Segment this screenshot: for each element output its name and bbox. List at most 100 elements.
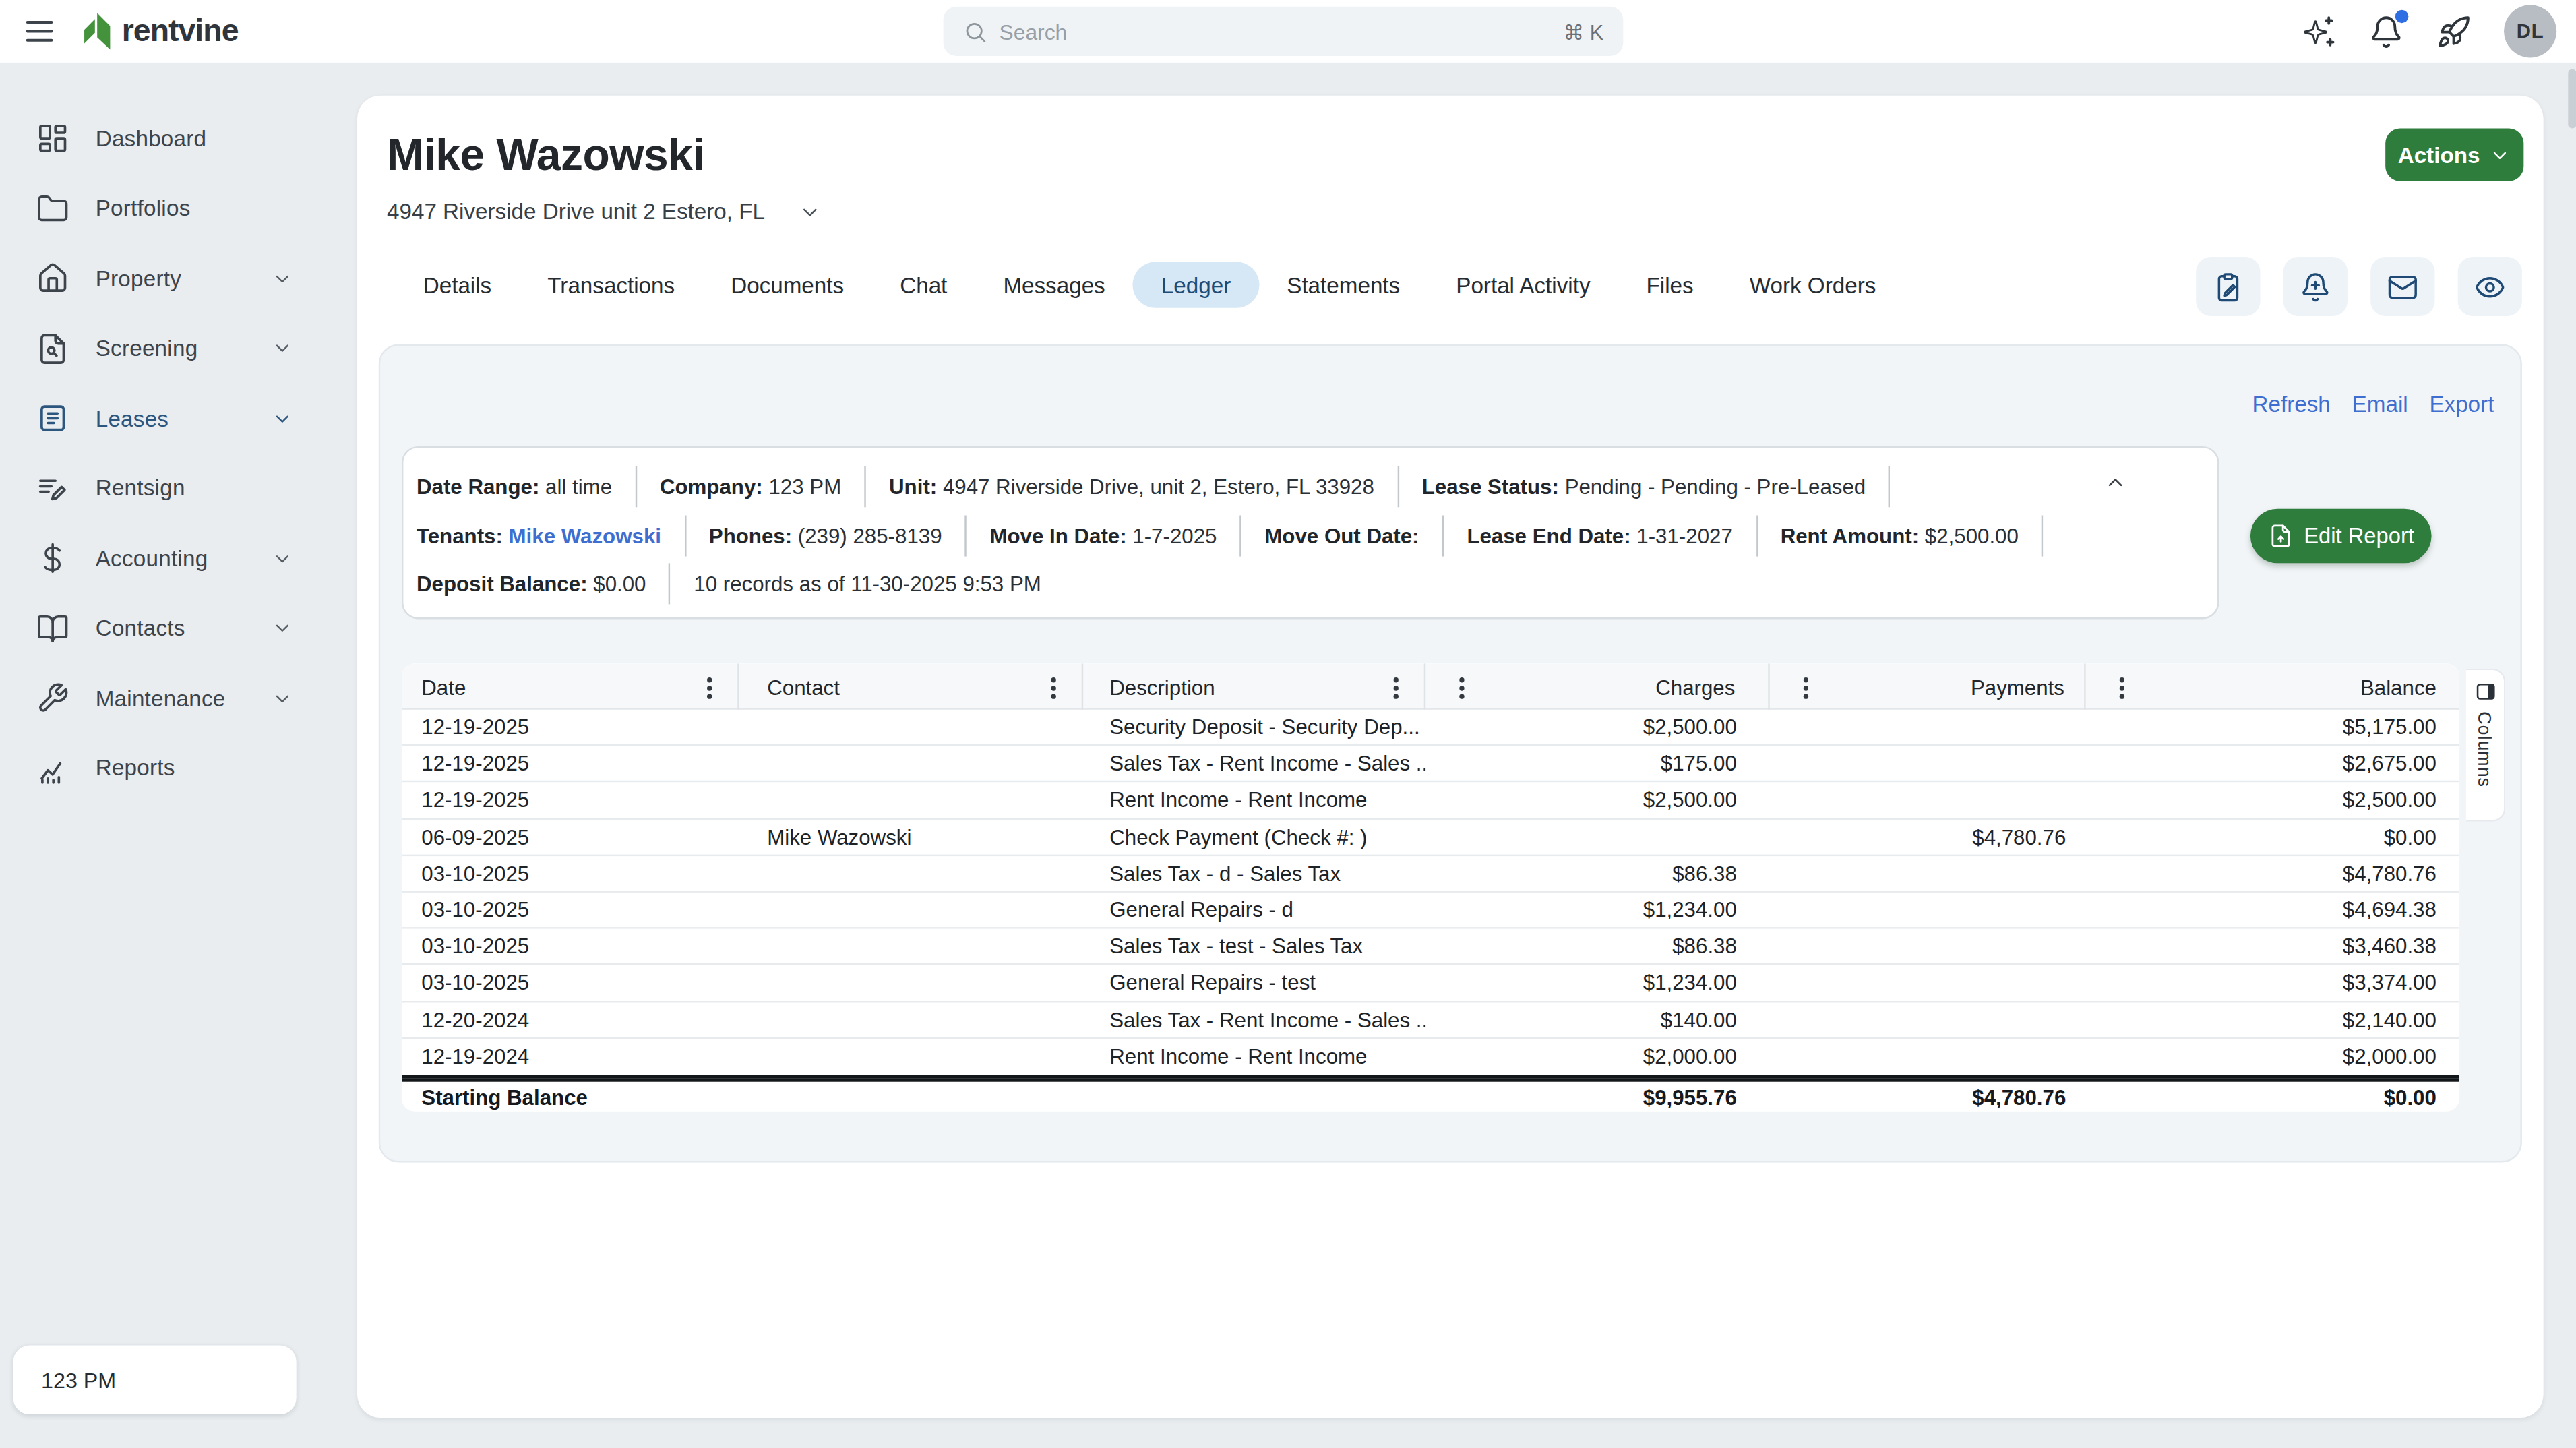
table-row[interactable]: 03-10-2025Sales Tax - test - Sales Tax$8… [402,929,2459,965]
table-row[interactable]: 03-10-2025General Repairs - test$1,234.0… [402,965,2459,1002]
menu-icon[interactable] [22,13,58,50]
sidebar-item-leases[interactable]: Leases [0,384,352,454]
actions-button[interactable]: Actions [2385,129,2523,181]
table-row[interactable]: 12-20-2024Sales Tax - Rent Income - Sale… [402,1002,2459,1038]
brand-name: rentvine [122,13,239,50]
brand-logo[interactable]: rentvine [81,11,239,51]
tab-details[interactable]: Details [395,262,520,307]
table-row[interactable]: 12-19-2025Sales Tax - Rent Income - Sale… [402,746,2459,783]
email-link[interactable]: Email [2352,392,2408,417]
ledger-panel: Refresh Email Export Date Range: all tim… [379,344,2522,1162]
chevron-down-icon [272,268,293,290]
bell-plus-icon [2300,271,2331,302]
tab-transactions[interactable]: Transactions [520,262,703,307]
notification-badge [2395,9,2409,22]
table-row[interactable]: 12-19-2025Security Deposit - Security De… [402,710,2459,746]
tabs: Details Transactions Documents Chat Mess… [395,260,1904,309]
ai-sparkles-icon[interactable] [2302,14,2336,49]
col-header-contact[interactable]: Contact [739,663,1083,709]
chevron-down-icon [272,688,293,709]
column-menu-icon[interactable] [706,676,713,699]
table-row[interactable]: 03-10-2025General Repairs - d$1,234.00$4… [402,893,2459,929]
chevron-down-icon [798,200,821,223]
reminder-button[interactable] [2283,257,2348,316]
topbar-actions: DL [2302,5,2557,57]
sidebar-item-dashboard[interactable]: Dashboard [0,104,352,174]
table-row[interactable]: 06-09-2025Mike WazowskiCheck Payment (Ch… [402,819,2459,855]
sidebar-item-reports[interactable]: Reports [0,733,352,804]
sidebar-item-portfolios[interactable]: Portfolios [0,174,352,244]
tab-documents[interactable]: Documents [703,262,872,307]
panel-links: Refresh Email Export [2252,392,2494,417]
search-icon [963,19,988,44]
tenant-link[interactable]: Mike Wazowski [509,523,661,548]
search-placeholder: Search [1000,19,1564,44]
col-header-charges[interactable]: Charges [1425,663,1769,709]
note-button[interactable] [2196,257,2260,316]
table-row[interactable]: 12-19-2024Rent Income - Rent Income$2,00… [402,1038,2459,1075]
tab-portal-activity[interactable]: Portal Activity [1428,262,1618,307]
tab-work-orders[interactable]: Work Orders [1721,262,1904,307]
tab-files[interactable]: Files [1618,262,1721,307]
chevron-down-icon [272,338,293,359]
quick-buttons [2196,257,2522,316]
tab-chat[interactable]: Chat [872,262,975,307]
file-up-icon [2268,524,2293,549]
company-selector[interactable]: 123 PM [13,1346,297,1415]
rentvine-leaf-icon [81,11,115,51]
email-button[interactable] [2370,257,2434,316]
columns-toggle[interactable]: Columns [2466,669,2506,822]
sidebar-item-maintenance[interactable]: Maintenance [0,663,352,733]
sidebar-item-contacts[interactable]: Contacts [0,594,352,664]
avatar[interactable]: DL [2504,5,2556,57]
column-menu-icon[interactable] [2118,676,2125,699]
edit-report-button[interactable]: Edit Report [2250,509,2432,564]
sidebar-item-accounting[interactable]: Accounting [0,524,352,594]
columns-icon [2474,680,2496,703]
topbar: rentvine Search ⌘ K DL [0,0,2576,63]
sidebar: Dashboard Portfolios Property Screening … [0,63,352,1448]
summary-row-1: Date Range: all time Company: 123 PM Uni… [417,462,2195,511]
ledger-table: Date Contact Description Charges Payment… [402,663,2459,1112]
column-menu-icon[interactable] [1392,676,1399,699]
collapse-icon[interactable] [2104,471,2127,494]
sidebar-item-property[interactable]: Property [0,243,352,313]
col-header-description[interactable]: Description [1083,663,1425,709]
clipboard-pen-icon [2213,271,2244,302]
summary-row-2: Tenants: Mike Wazowski Phones: (239) 285… [417,511,2195,560]
report-summary: Date Range: all time Company: 123 PM Uni… [402,446,2219,619]
table-row[interactable]: 12-19-2025Rent Income - Rent Income$2,50… [402,783,2459,819]
search-shortcut: ⌘ K [1564,19,1603,44]
summary-row-3: Deposit Balance: $0.00 10 records as of … [417,560,2195,608]
main-card: Mike Wazowski 4947 Riverside Drive unit … [357,96,2544,1418]
col-header-balance[interactable]: Balance [2086,663,2459,709]
tab-messages[interactable]: Messages [975,262,1133,307]
export-link[interactable]: Export [2429,392,2494,417]
chevron-down-icon [272,618,293,640]
col-header-date[interactable]: Date [402,663,739,709]
refresh-link[interactable]: Refresh [2252,392,2331,417]
watch-button[interactable] [2458,257,2522,316]
tab-statements[interactable]: Statements [1259,262,1428,307]
column-menu-icon[interactable] [1050,676,1057,699]
tab-ledger[interactable]: Ledger [1133,262,1258,307]
property-address[interactable]: 4947 Riverside Drive unit 2 Estero, FL [387,200,821,224]
scrollbar-thumb[interactable] [2568,69,2576,129]
app: rentvine Search ⌘ K DL Dashboard [0,0,2576,1448]
chevron-down-icon [2490,144,2511,166]
chevron-down-icon [272,408,293,429]
column-menu-icon[interactable] [1803,676,1810,699]
col-header-payments[interactable]: Payments [1770,663,2086,709]
sidebar-item-screening[interactable]: Screening [0,313,352,384]
table-footer: Starting Balance $9,955.76 $4,780.76 $0.… [402,1081,2459,1112]
totals-divider [402,1075,2459,1082]
sidebar-item-rentsign[interactable]: Rentsign [0,454,352,524]
notifications-bell-icon[interactable] [2369,14,2403,49]
mail-icon [2387,271,2418,302]
search-input[interactable]: Search ⌘ K [944,7,1624,56]
rocket-icon[interactable] [2436,14,2471,49]
chevron-down-icon [272,548,293,570]
page-title: Mike Wazowski [387,130,704,181]
table-row[interactable]: 03-10-2025Sales Tax - d - Sales Tax$86.3… [402,855,2459,892]
column-menu-icon[interactable] [1459,676,1465,699]
